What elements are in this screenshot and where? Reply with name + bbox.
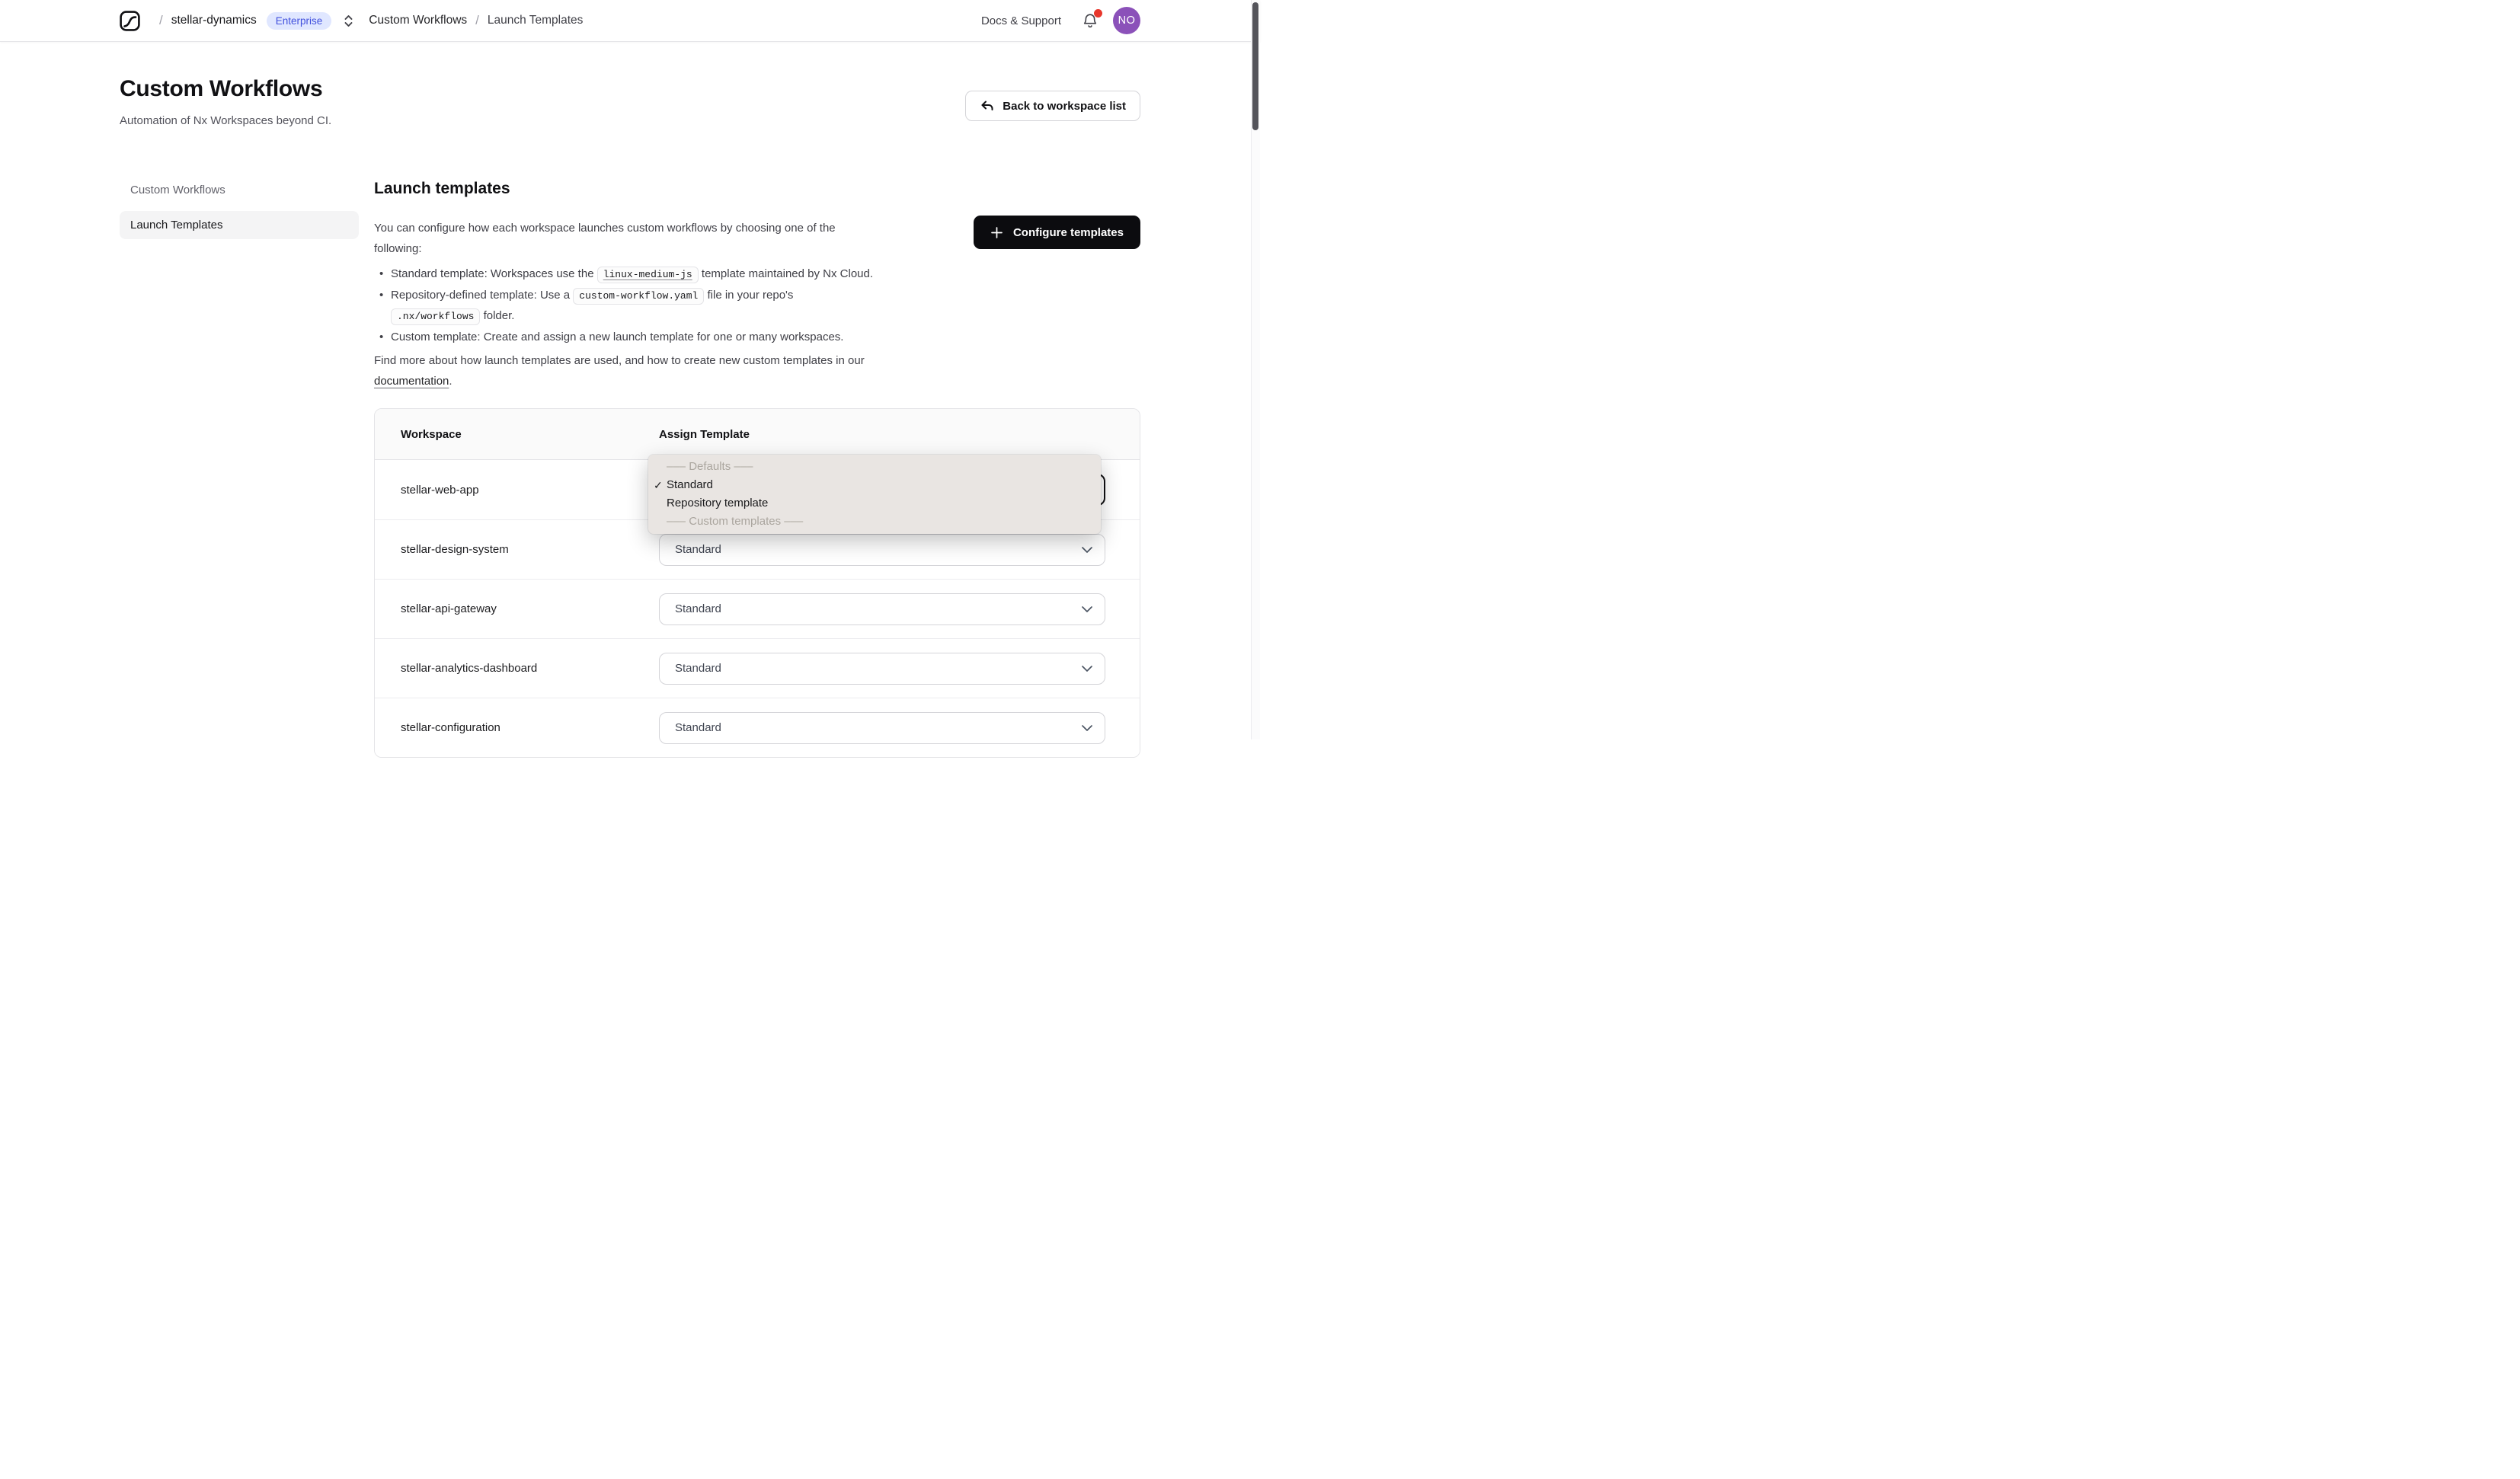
workspace-name: stellar-analytics-dashboard (401, 662, 538, 675)
select-value: Standard (675, 602, 721, 615)
select-value: Standard (675, 721, 721, 734)
workspace-switcher-icon[interactable] (343, 13, 354, 29)
dropdown-option-label: Repository template (667, 497, 769, 510)
table-row: stellar-api-gateway Standard (375, 579, 1140, 638)
launch-templates-panel: Configure templates Launch templates You… (374, 179, 1140, 758)
dropdown-option-standard[interactable]: ✓ Standard (648, 476, 1101, 494)
top-nav: / stellar-dynamics Enterprise Custom Wor… (0, 0, 1260, 42)
docs-hint-prefix: Find more about how launch templates are… (374, 354, 865, 367)
template-dropdown-menu: ––– Defaults ––– ✓ Standard Repository te… (648, 455, 1101, 534)
list-item: Standard template: Workspaces use the li… (374, 264, 883, 286)
breadcrumb-separator: / (159, 13, 163, 27)
column-header-assign-template: Assign Template (659, 427, 750, 441)
chevron-down-icon (1082, 724, 1092, 731)
table-row: stellar-configuration Standard (375, 698, 1140, 757)
scrollbar-thumb[interactable] (1252, 2, 1258, 130)
template-select-stellar-api-gateway[interactable]: Standard (659, 593, 1105, 625)
configure-templates-label: Configure templates (1012, 225, 1124, 239)
code-nx-workflows: .nx/workflows (391, 308, 481, 325)
notification-dot (1094, 8, 1102, 18)
sidebar-item-launch-templates[interactable]: Launch Templates (120, 211, 359, 239)
select-value: Standard (675, 543, 721, 556)
intro-text: You can configure how each workspace lau… (374, 222, 836, 255)
column-header-workspace: Workspace (401, 427, 462, 441)
template-options-list: Standard template: Workspaces use the li… (374, 264, 883, 347)
code-linux-medium-js: linux-medium-js (596, 267, 699, 283)
breadcrumb: / stellar-dynamics Enterprise Custom Wor… (120, 10, 584, 31)
list-item: Repository-defined template: Use a custo… (374, 286, 883, 327)
section-heading: Launch templates (374, 180, 510, 197)
sidebar-item-custom-workflows[interactable]: Custom Workflows (120, 179, 359, 201)
bullet-text: Standard template: Workspaces use the (391, 267, 597, 280)
docs-support-link[interactable]: Docs & Support (981, 14, 1061, 27)
settings-sidebar: Custom Workflows Launch Templates (120, 179, 359, 758)
notifications-button[interactable] (1082, 8, 1102, 30)
dropdown-group-custom-templates: ––– Custom templates ––– (667, 515, 804, 528)
chevron-down-icon (1082, 546, 1092, 553)
dropdown-group-defaults: ––– Defaults ––– (667, 460, 753, 473)
workspace-name: stellar-configuration (401, 721, 500, 734)
enterprise-badge: Enterprise (266, 11, 332, 30)
docs-hint-text: Find more about how launch templates are… (374, 351, 875, 391)
workspace-name: stellar-web-app (401, 483, 479, 497)
bullet-text: folder. (480, 309, 515, 322)
dropdown-option-label: Standard (667, 478, 713, 491)
workspace-name: stellar-design-system (401, 543, 509, 556)
bullet-text: Custom template: Create and assign a new… (391, 330, 844, 343)
user-avatar[interactable]: NO (1113, 7, 1140, 34)
back-button-label: Back to workspace list (1003, 99, 1126, 113)
documentation-link[interactable]: documentation (374, 375, 449, 388)
workspace-name: stellar-api-gateway (401, 602, 497, 615)
bullet-text: Repository-defined template: Use a (391, 288, 574, 302)
configure-templates-button[interactable]: Configure templates (973, 216, 1140, 249)
bullet-text: template maintained by Nx Cloud. (698, 267, 874, 280)
breadcrumb-section[interactable]: Custom Workflows (369, 14, 467, 27)
template-select-stellar-analytics-dashboard[interactable]: Standard (659, 652, 1105, 685)
scrollbar-track[interactable] (1251, 0, 1260, 740)
breadcrumb-page: Launch Templates (487, 14, 584, 27)
list-item: Custom template: Create and assign a new… (374, 327, 883, 348)
breadcrumb-workspace[interactable]: stellar-dynamics (171, 14, 257, 27)
template-select-stellar-configuration[interactable]: Standard (659, 711, 1105, 744)
select-value: Standard (675, 662, 721, 675)
back-to-workspace-list-button[interactable]: Back to workspace list (965, 91, 1140, 121)
breadcrumb-separator: / (475, 13, 479, 27)
table-header-row: Workspace Assign Template (375, 409, 1140, 460)
undo-arrow-icon (980, 99, 994, 113)
docs-hint-suffix: . (449, 374, 453, 388)
dropdown-option-repository-template[interactable]: Repository template (648, 494, 1101, 513)
template-select-stellar-design-system[interactable]: Standard (659, 533, 1105, 566)
bullet-text: file in your repo's (704, 288, 794, 302)
table-row: stellar-analytics-dashboard Standard (375, 638, 1140, 698)
nx-cloud-logo[interactable] (120, 10, 140, 31)
code-custom-workflow-yaml: custom-workflow.yaml (573, 287, 705, 305)
page-title: Custom Workflows (120, 76, 323, 101)
page-subtitle: Automation of Nx Workspaces beyond CI. (120, 114, 332, 127)
plus-icon (990, 226, 1003, 239)
chevron-down-icon (1082, 665, 1092, 672)
chevron-down-icon (1082, 605, 1092, 612)
checkmark-icon: ✓ (654, 479, 663, 491)
